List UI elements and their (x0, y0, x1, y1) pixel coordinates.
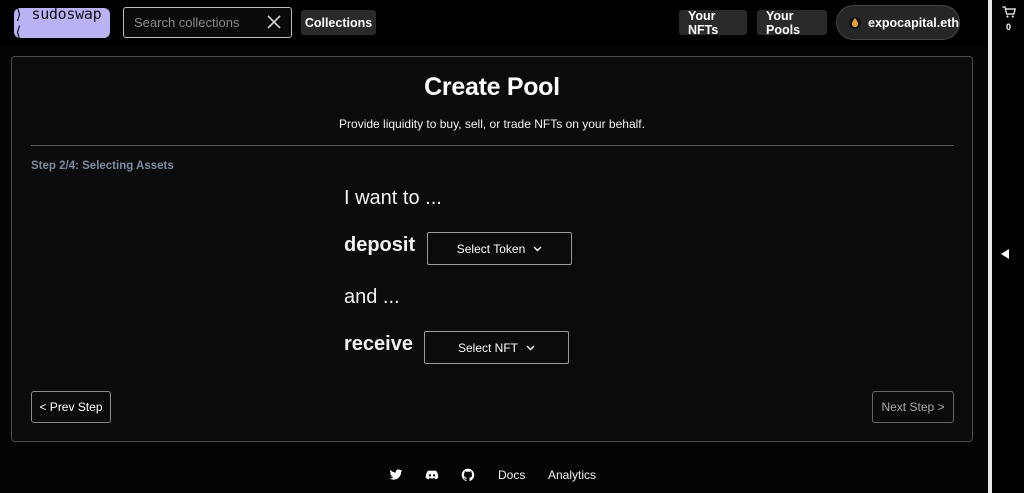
wallet-button[interactable]: expocapital.eth (836, 5, 960, 40)
and-label: and ... (344, 286, 400, 308)
next-step-button[interactable]: Next Step > (872, 391, 954, 423)
top-nav: ⟩ sudoswap ⟨ Collections Your NFTs Your … (0, 0, 988, 46)
chevron-down-icon (526, 345, 535, 350)
select-nft-button[interactable]: Select NFT (424, 331, 569, 364)
cart-sidebar: 0 (988, 0, 1024, 493)
page-subtitle: Provide liquidity to buy, sell, or trade… (339, 117, 645, 131)
step-indicator: Step 2/4: Selecting Assets (31, 160, 174, 172)
collections-button[interactable]: Collections (301, 10, 376, 35)
page-title: Create Pool (424, 73, 560, 101)
search-input[interactable] (134, 15, 254, 30)
wallet-avatar-icon (849, 16, 861, 29)
analytics-link[interactable]: Analytics (548, 468, 596, 482)
your-pools-button[interactable]: Your Pools (757, 9, 827, 37)
prev-step-button[interactable]: < Prev Step (31, 391, 111, 423)
select-token-button[interactable]: Select Token (427, 232, 572, 265)
twitter-icon[interactable] (389, 468, 403, 482)
i-want-to-label: I want to ... (344, 187, 442, 209)
wallet-name: expocapital.eth (868, 15, 959, 30)
sudoswap-logo[interactable]: ⟩ sudoswap ⟨ (14, 5, 110, 41)
chevron-down-icon (533, 246, 542, 251)
github-icon[interactable] (461, 468, 475, 482)
search-box[interactable] (123, 7, 292, 38)
create-pool-card: Create Pool Provide liquidity to buy, se… (11, 56, 973, 442)
receive-label: receive (344, 333, 413, 355)
divider (31, 145, 954, 146)
deposit-label: deposit (344, 234, 416, 256)
your-nfts-button[interactable]: Your NFTs (679, 9, 747, 37)
cart-icon[interactable] (1002, 6, 1016, 18)
clear-search-icon[interactable] (267, 15, 281, 29)
select-token-label: Select Token (456, 241, 526, 256)
discord-icon[interactable] (425, 468, 439, 482)
expand-sidebar-icon[interactable] (1001, 249, 1009, 259)
select-nft-label: Select NFT (457, 340, 518, 355)
docs-link[interactable]: Docs (498, 468, 525, 482)
cart-count: 0 (1006, 22, 1012, 32)
